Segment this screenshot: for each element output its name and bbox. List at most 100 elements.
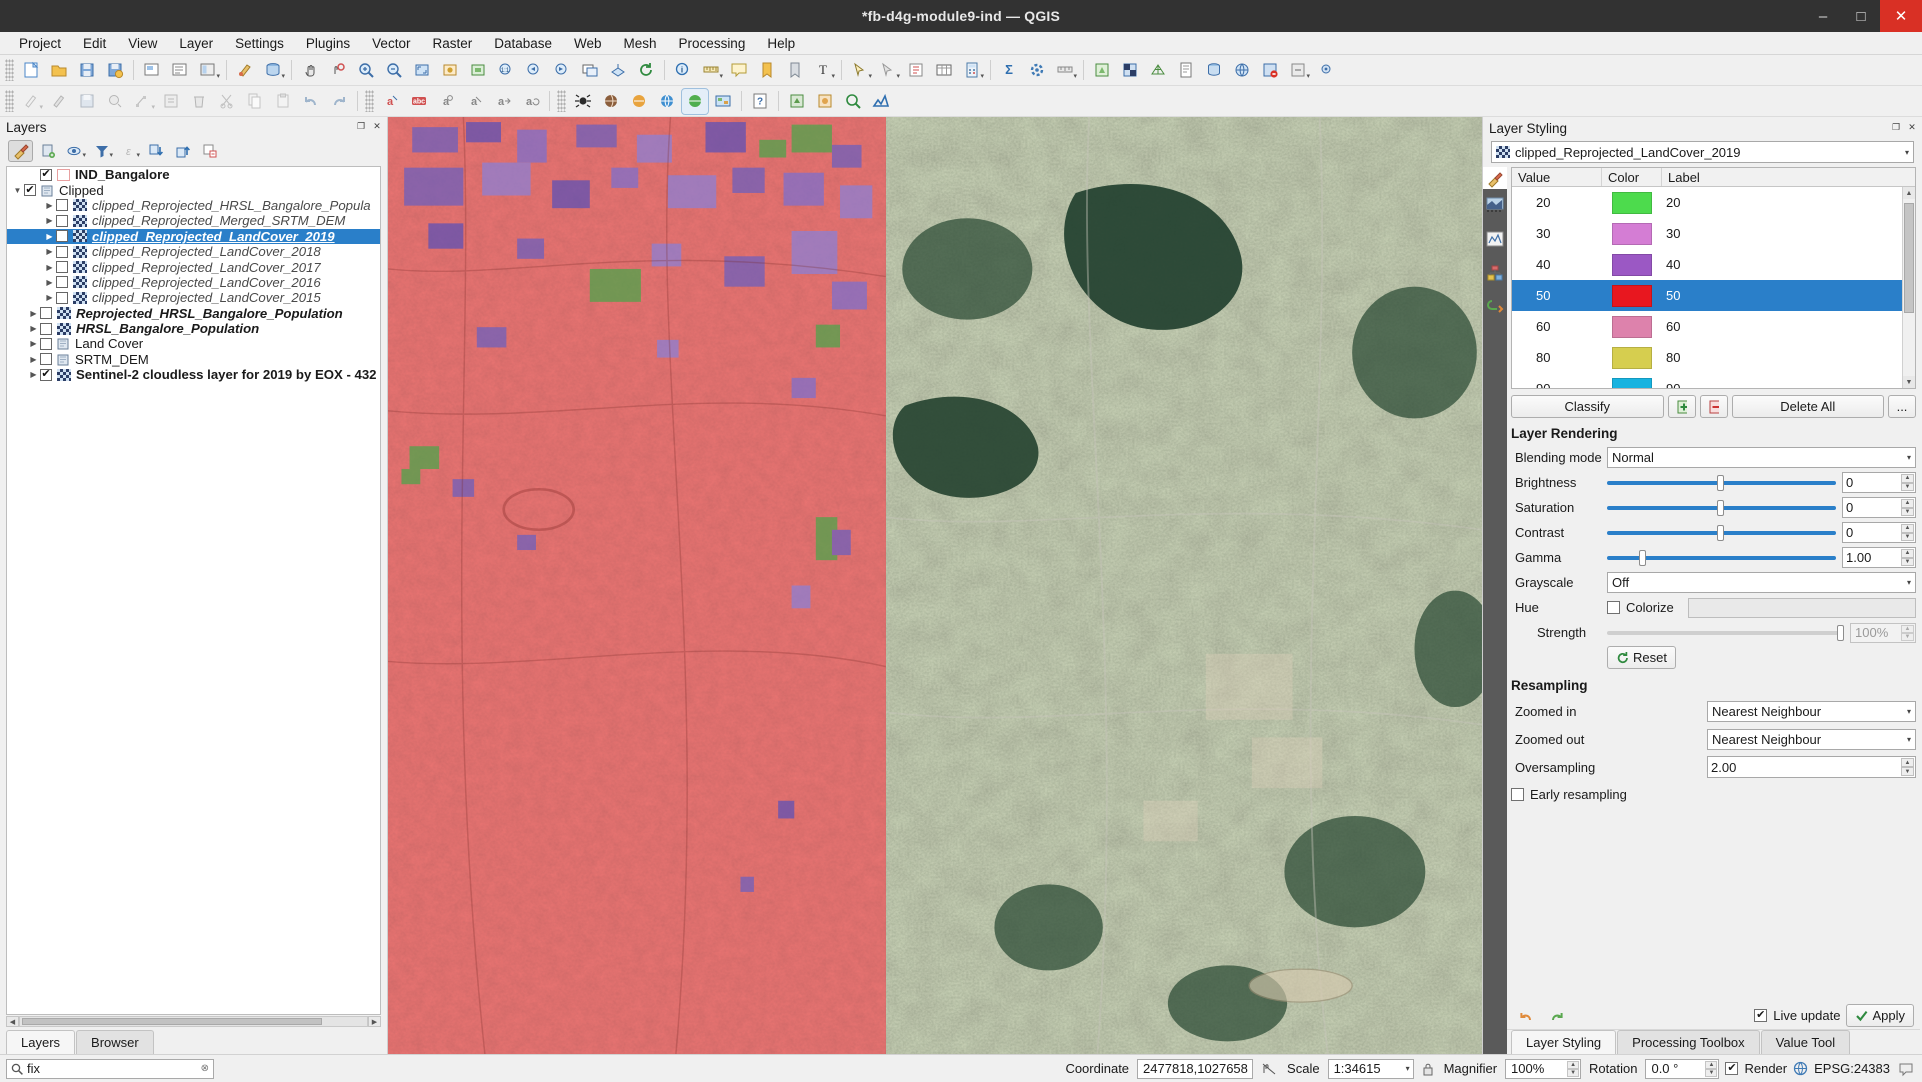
text-annotation-icon[interactable]: T ▾ (810, 58, 836, 83)
classification-row[interactable]: 80 80 (1512, 342, 1915, 373)
layer-visibility-checkbox[interactable]: ✔ (24, 184, 36, 197)
label-toolbar-icon[interactable]: a (378, 89, 404, 114)
layer-visibility-checkbox[interactable] (56, 261, 68, 274)
class-color-cell[interactable] (1602, 191, 1662, 214)
contrast-slider[interactable] (1607, 524, 1836, 542)
menu-project[interactable]: Project (8, 34, 72, 53)
symbology-icon[interactable] (1485, 169, 1505, 189)
color-swatch[interactable] (1612, 377, 1652, 388)
layer-tree-item[interactable]: ▶ clipped_Reprojected_LandCover_2015 (7, 290, 380, 305)
chevron-down-icon[interactable]: ▾ (1907, 578, 1911, 587)
delete-selected-icon[interactable] (186, 89, 212, 114)
map-tips-icon[interactable] (726, 58, 752, 83)
grayscale-select[interactable]: Off ▾ (1607, 572, 1916, 593)
zoomed-in-select[interactable]: Nearest Neighbour ▾ (1707, 700, 1916, 722)
layer-tree-item[interactable]: ▶ clipped_Reprojected_HRSL_Bangalore_Popu… (7, 198, 380, 213)
zoom-last-icon[interactable] (521, 58, 547, 83)
layer-tree-item[interactable]: ▶ ✔ Sentinel-2 cloudless layer for 2019 by… (7, 367, 380, 382)
plugin-qtiles-icon[interactable] (681, 87, 709, 115)
new-map-view-icon[interactable] (577, 58, 603, 83)
colorize-color-button[interactable] (1687, 597, 1916, 618)
layer-tree-hscrollbar[interactable]: ◀ ▶ (6, 1015, 381, 1028)
open-layer-styling-panel-icon[interactable] (8, 140, 33, 162)
clear-search-icon[interactable]: ⊗ (201, 1063, 209, 1074)
pan-map-icon[interactable] (297, 58, 323, 83)
color-swatch[interactable] (1612, 253, 1652, 276)
layer-tree[interactable]: ✔ IND_Bangalore ▼ ✔ Clipped ▶ clipped_Reprojec… (6, 166, 381, 1015)
layer-tree-item[interactable]: ✔ IND_Bangalore (7, 167, 380, 182)
hscroll-right-arrow[interactable]: ▶ (368, 1016, 381, 1027)
layer-visibility-checkbox[interactable] (56, 214, 68, 227)
measure-area-icon[interactable]: ▾ (1052, 58, 1078, 83)
class-color-cell[interactable] (1602, 253, 1662, 276)
toggle-extents-icon[interactable] (1259, 1058, 1279, 1080)
histogram-icon[interactable] (1485, 229, 1505, 249)
zoom-next-icon[interactable] (549, 58, 575, 83)
layer-tree-item[interactable]: ▶ Reprojected_HRSL_Bangalore_Population (7, 306, 380, 321)
vertex-tool-icon[interactable]: ▾ (130, 89, 156, 114)
color-swatch[interactable] (1612, 222, 1652, 245)
layer-tree-item[interactable]: ▶ clipped_Reprojected_LandCover_2019 (7, 228, 380, 244)
menu-vector[interactable]: Vector (361, 34, 421, 53)
layer-tree-item[interactable]: ▶ clipped_Reprojected_LandCover_2017 (7, 259, 380, 275)
undo-toolbar-icon[interactable] (298, 89, 324, 114)
oversampling-spinbox[interactable]: 2.00 ▲ ▼ (1707, 756, 1916, 778)
vscroll-up-arrow[interactable]: ▲ (1903, 187, 1915, 199)
new-bookmark-icon[interactable] (754, 58, 780, 83)
chevron-down-icon[interactable]: ▾ (1905, 148, 1909, 157)
early-resampling-checkbox[interactable] (1511, 787, 1524, 801)
expander-icon[interactable]: ▶ (43, 216, 56, 225)
brightness-spinbox[interactable]: 0 ▲ ▼ (1842, 472, 1916, 493)
redo-toolbar-icon[interactable] (326, 89, 352, 114)
color-swatch[interactable] (1612, 315, 1652, 338)
plugin-globe-icon[interactable] (654, 89, 680, 114)
zoom-full-icon[interactable] (409, 58, 435, 83)
class-color-cell[interactable] (1602, 346, 1662, 369)
add-mesh-layer-icon[interactable] (1145, 58, 1171, 83)
close-styling-panel-icon[interactable]: ✕ (1906, 121, 1918, 133)
reset-button[interactable]: Reset (1607, 646, 1676, 669)
menu-mesh[interactable]: Mesh (613, 34, 668, 53)
variables-icon[interactable] (1485, 297, 1505, 317)
remove-class-button[interactable] (1699, 395, 1728, 418)
layer-visibility-checkbox[interactable] (40, 322, 52, 335)
toolbar-grip[interactable] (557, 90, 566, 112)
new-virtual-layer-icon[interactable]: ▾ (1285, 58, 1311, 83)
layer-visibility-checkbox[interactable] (56, 276, 68, 289)
menu-raster[interactable]: Raster (421, 34, 483, 53)
locator-search-input[interactable]: fix ⊗ (6, 1058, 214, 1079)
tab-browser[interactable]: Browser (76, 1030, 154, 1054)
color-swatch[interactable] (1612, 284, 1652, 307)
hscroll-thumb[interactable] (22, 1018, 322, 1025)
pin-labels-icon[interactable]: a (434, 89, 460, 114)
map-canvas[interactable] (388, 117, 1482, 1054)
map-true-color-satellite[interactable] (885, 117, 1482, 1054)
expander-icon[interactable]: ▶ (27, 324, 40, 333)
color-swatch[interactable] (1612, 191, 1652, 214)
menu-processing[interactable]: Processing (668, 34, 757, 53)
transparency-icon[interactable] (1485, 195, 1505, 215)
expander-icon[interactable]: ▶ (27, 370, 40, 379)
zoom-to-layer-icon[interactable] (465, 58, 491, 83)
hscroll-track[interactable] (19, 1016, 368, 1027)
save-project-as-icon[interactable] (102, 58, 128, 83)
menu-layer[interactable]: Layer (168, 34, 224, 53)
expand-all-icon[interactable] (143, 140, 168, 162)
expander-icon[interactable]: ▶ (43, 263, 56, 272)
class-color-cell[interactable] (1602, 222, 1662, 245)
classification-rows[interactable]: 2020303040405050606080809090 (1512, 187, 1915, 388)
apply-button[interactable]: Apply (1846, 1004, 1914, 1027)
render-checkbox[interactable]: ✔ (1725, 1062, 1739, 1075)
filter-legend-by-expression-icon[interactable]: ε ▾ (116, 140, 141, 162)
zoom-out-icon[interactable] (381, 58, 407, 83)
classification-row[interactable]: 60 60 (1512, 311, 1915, 342)
add-class-button[interactable] (1667, 395, 1696, 418)
close-button[interactable]: ✕ (1880, 0, 1922, 32)
gamma-spinbox[interactable]: 1.00 ▲ ▼ (1842, 547, 1916, 568)
magnifier-field[interactable]: 100% ▲ ▼ (1505, 1058, 1582, 1079)
pan-to-selection-icon[interactable] (325, 58, 351, 83)
refresh-icon[interactable] (633, 58, 659, 83)
colorize-control[interactable]: Colorize (1607, 597, 1916, 618)
strength-slider[interactable] (1607, 624, 1844, 642)
minimize-button[interactable]: – (1804, 0, 1842, 32)
